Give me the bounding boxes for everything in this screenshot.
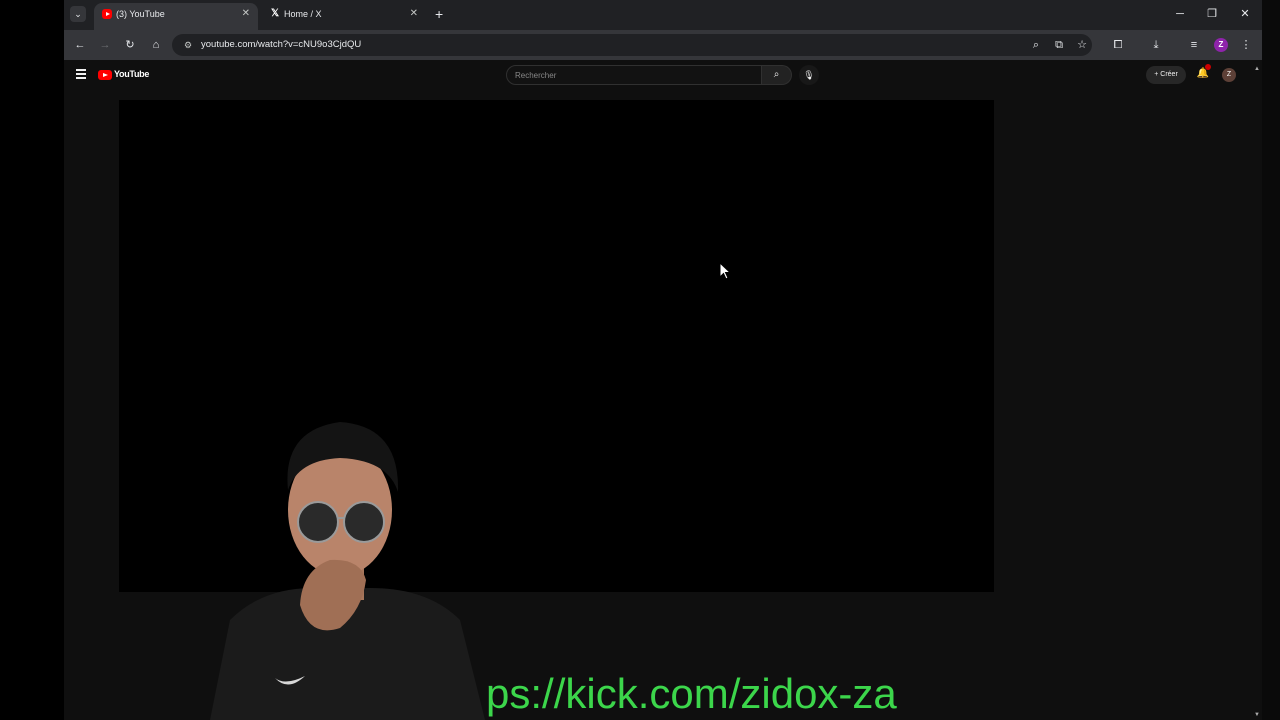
menu-hamburger-icon[interactable] [76, 69, 86, 79]
browser-menu-icon[interactable]: ⋮ [1238, 37, 1254, 53]
youtube-account-avatar[interactable]: Z [1222, 68, 1236, 82]
new-tab-button[interactable]: + [435, 6, 443, 22]
youtube-logo-text: YouTube [114, 69, 150, 79]
tab-youtube[interactable]: (3) YouTube ✕ [94, 3, 258, 30]
address-bar[interactable]: ⚙ youtube.com/watch?v=cNU9o3CjdQU ⌕ ⧉ ☆ [172, 34, 1092, 56]
restore-icon[interactable]: ❐ [1204, 6, 1220, 22]
x-icon: 𝕏 [270, 8, 280, 19]
notification-badge [1205, 64, 1211, 70]
forward-icon[interactable]: → [97, 37, 113, 53]
browser-tab-strip: ⌄ (3) YouTube ✕ 𝕏 Home / X ✕ + ─ ❐ ✕ [64, 0, 1262, 30]
reload-icon[interactable]: ↻ [122, 37, 138, 53]
install-app-icon[interactable]: ⧉ [1051, 37, 1067, 53]
tab-close-icon[interactable]: ✕ [242, 3, 250, 25]
right-gutter [1262, 0, 1280, 720]
browser-profile-avatar[interactable]: Z [1214, 38, 1228, 52]
page-scrollbar[interactable]: ▲ ▼ [1252, 60, 1262, 720]
extensions-icon[interactable]: ⧠ [1110, 37, 1126, 53]
site-info-icon[interactable]: ⚙ [180, 37, 196, 53]
back-icon[interactable]: ← [72, 37, 88, 53]
tab-close-icon[interactable]: ✕ [410, 3, 418, 25]
stream-url-overlay: ps://kick.com/zidox-za [486, 670, 897, 717]
webcam-overlay [210, 422, 485, 720]
tab-title: (3) YouTube [116, 9, 165, 19]
screen-capture: ⌄ (3) YouTube ✕ 𝕏 Home / X ✕ + ─ ❐ ✕ ← →… [0, 0, 1280, 720]
media-control-icon[interactable]: ≡ [1186, 37, 1202, 53]
home-icon[interactable]: ⌂ [148, 37, 164, 53]
scroll-up-icon[interactable]: ▲ [1252, 66, 1262, 72]
create-label: Créer [1160, 71, 1178, 78]
zoom-icon[interactable]: ⌕ [1028, 37, 1044, 53]
scroll-down-icon[interactable]: ▼ [1252, 712, 1262, 718]
tab-x-home[interactable]: 𝕏 Home / X ✕ [262, 3, 426, 30]
downloads-icon[interactable]: ⤓ [1148, 37, 1164, 53]
window-close-icon[interactable]: ✕ [1237, 6, 1253, 22]
left-gutter [0, 0, 64, 720]
create-button[interactable]: + Créer [1146, 66, 1186, 84]
mouse-cursor-icon [719, 262, 731, 280]
sunglasses-left-lens [297, 501, 339, 543]
browser-toolbar: ← → ↻ ⌂ ⚙ youtube.com/watch?v=cNU9o3CjdQ… [64, 30, 1262, 60]
minimize-icon[interactable]: ─ [1172, 6, 1188, 22]
youtube-masthead: YouTube ⌕ 🎙 + Créer 🔔 Z [64, 60, 1262, 90]
search-box[interactable] [506, 65, 762, 85]
tab-title: Home / X [284, 9, 322, 19]
search-icon[interactable]: ⌕ [762, 65, 792, 85]
youtube-icon [102, 9, 112, 19]
microphone-icon[interactable]: 🎙 [799, 65, 819, 85]
bookmark-star-icon[interactable]: ☆ [1074, 37, 1090, 53]
tab-search-button[interactable]: ⌄ [70, 6, 86, 22]
sunglasses-right-lens [343, 501, 385, 543]
address-url[interactable]: youtube.com/watch?v=cNU9o3CjdQU [201, 34, 361, 56]
search-input[interactable] [515, 66, 755, 84]
youtube-play-icon [98, 70, 112, 80]
